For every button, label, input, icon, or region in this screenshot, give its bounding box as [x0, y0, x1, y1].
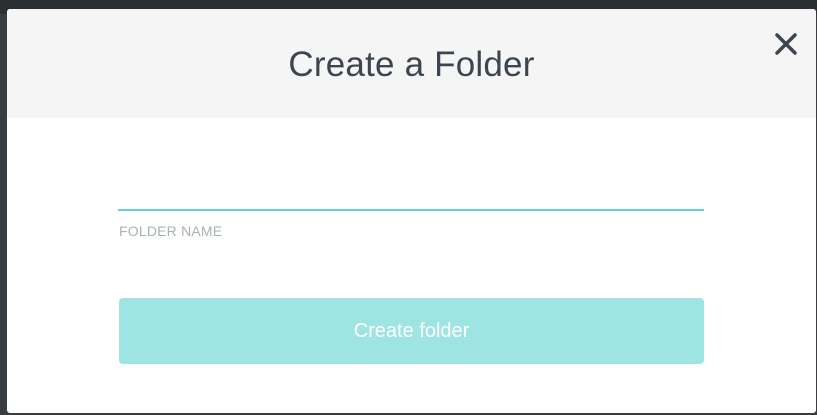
close-button[interactable]: [773, 31, 799, 57]
close-icon: [775, 33, 797, 55]
folder-name-label: FOLDER NAME: [119, 223, 223, 239]
folder-name-input[interactable]: [118, 179, 704, 211]
folder-name-field: FOLDER NAME: [118, 179, 704, 239]
dialog-header: Create a Folder: [7, 9, 816, 118]
create-folder-button[interactable]: Create folder: [119, 298, 704, 364]
create-folder-dialog: Create a Folder FOLDER NAME Create folde…: [7, 9, 816, 413]
dialog-title: Create a Folder: [288, 45, 535, 84]
